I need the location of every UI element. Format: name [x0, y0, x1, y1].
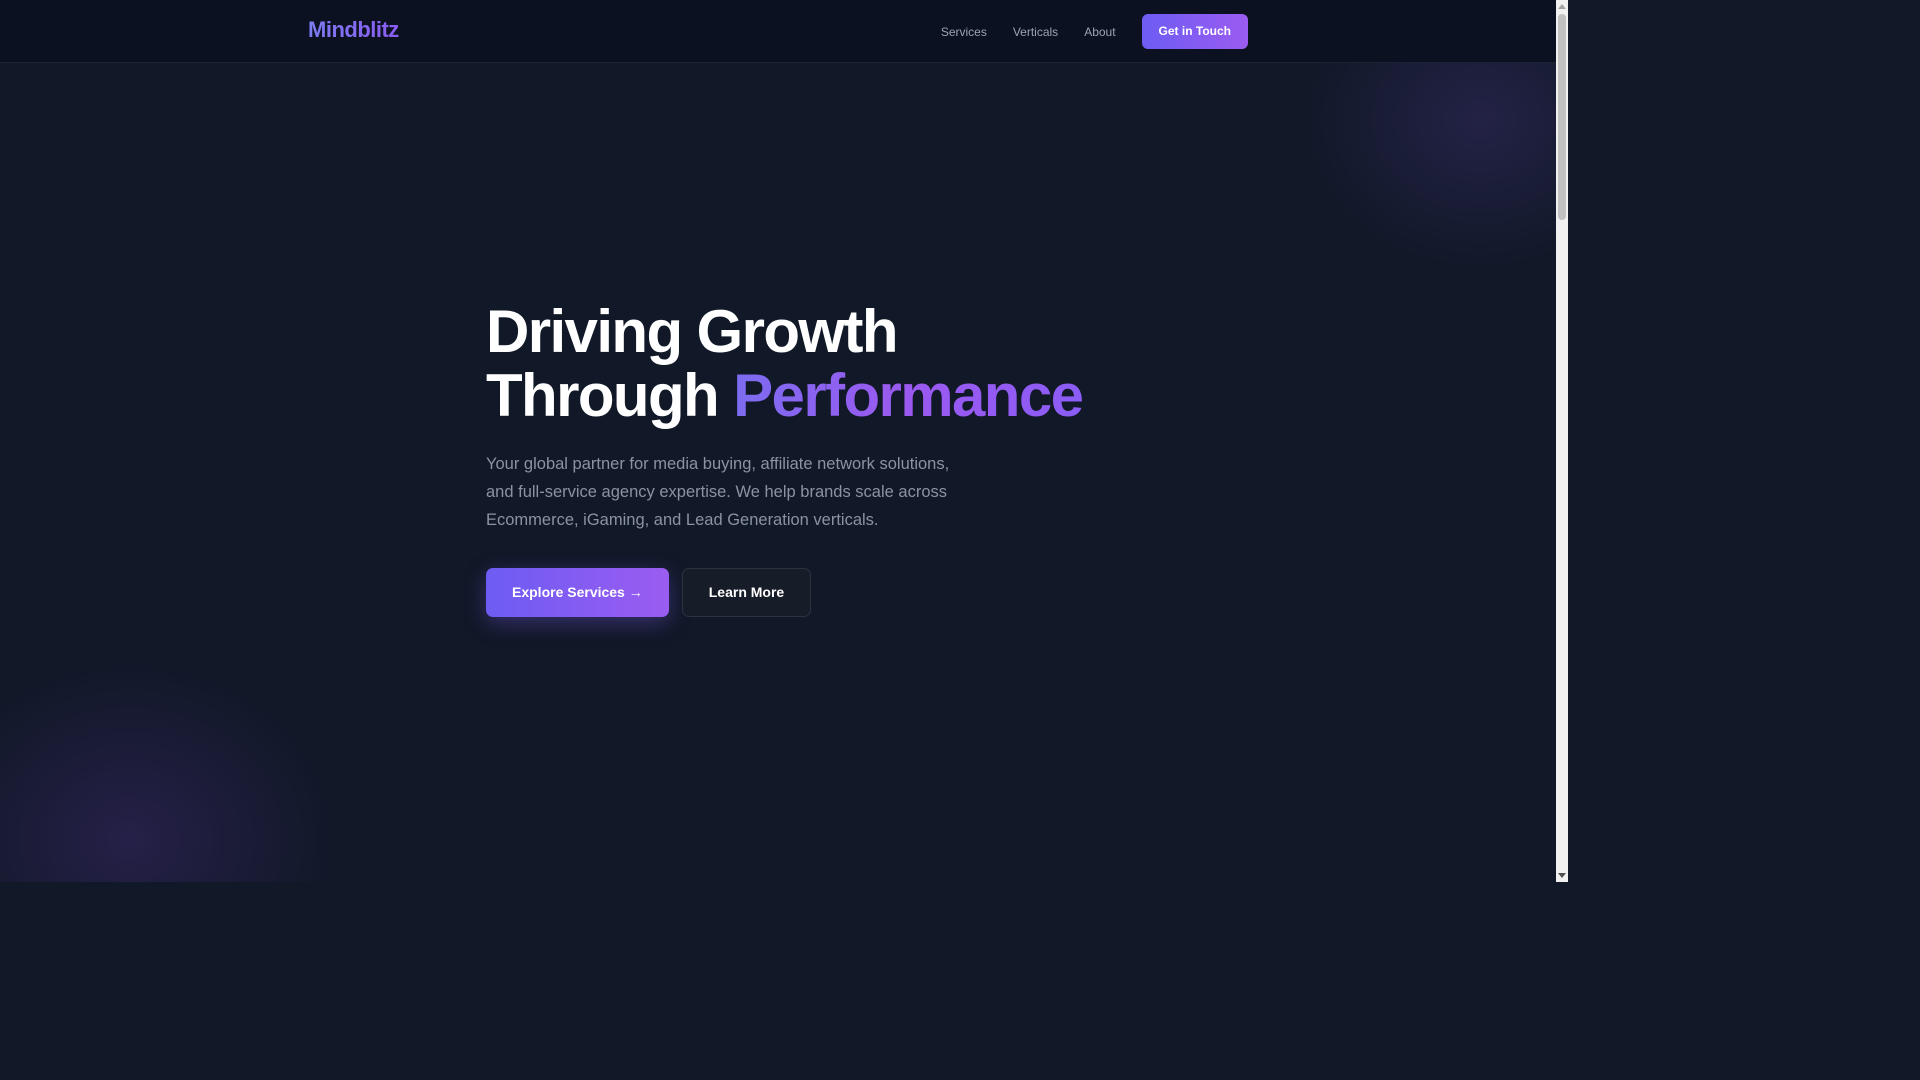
hero-title-accent: Performance: [733, 362, 1084, 429]
get-in-touch-button[interactable]: Get in Touch: [1141, 14, 1248, 49]
nav-link-services[interactable]: Services: [941, 25, 987, 39]
hero-title-line2-prefix: Through: [486, 362, 720, 429]
explore-services-button[interactable]: Explore Services →: [486, 568, 669, 617]
learn-more-button[interactable]: Learn More: [681, 568, 812, 617]
hero-actions: Explore Services → Learn More: [486, 568, 1206, 617]
brand-logo[interactable]: Mindblitz: [308, 17, 399, 43]
hero-section: Driving Growth Through Performance Your …: [486, 300, 1206, 617]
navbar: Mindblitz Services Verticals About Get i…: [0, 0, 1556, 63]
page: Mindblitz Services Verticals About Get i…: [0, 0, 1568, 882]
nav-link-about[interactable]: About: [1084, 25, 1115, 39]
hero-subtitle: Your global partner for media buying, af…: [486, 455, 950, 529]
nav-links: Services Verticals About Get in Touch: [941, 14, 1248, 49]
hero-title: Driving Growth Through Performance: [486, 300, 1206, 428]
scroll-up-icon[interactable]: [1558, 4, 1566, 9]
nav-link-verticals[interactable]: Verticals: [1013, 25, 1058, 39]
scrollbar-thumb[interactable]: [1558, 14, 1566, 220]
hero-title-line1: Driving Growth: [486, 298, 899, 365]
scroll-down-icon[interactable]: [1558, 873, 1566, 878]
vertical-scrollbar[interactable]: [1556, 0, 1568, 882]
